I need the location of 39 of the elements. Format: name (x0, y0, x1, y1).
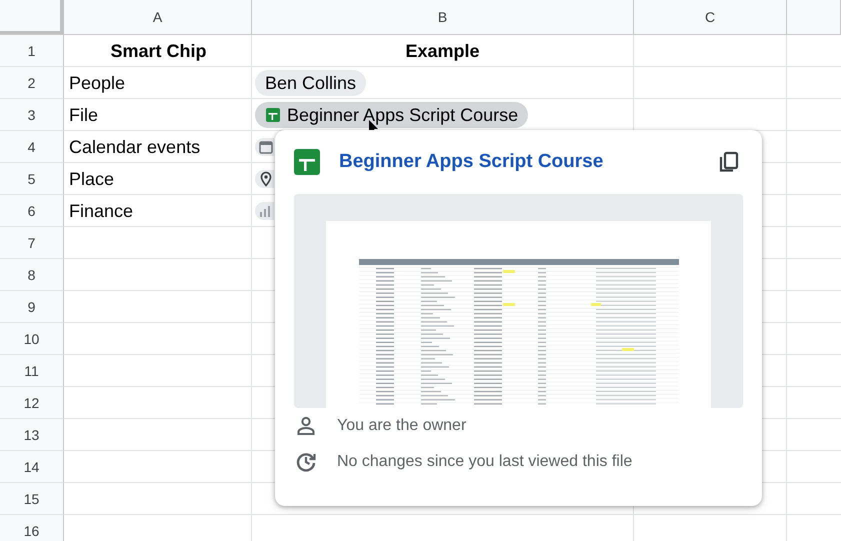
row-number[interactable]: 4 (0, 131, 64, 163)
sheets-icon (265, 107, 281, 123)
row-number[interactable]: 3 (0, 99, 64, 131)
location-pin-icon (258, 171, 274, 187)
detail-text: You are the owner (337, 417, 466, 435)
smart-chip[interactable]: Beginner Apps Script Course (255, 102, 528, 128)
row-number[interactable]: 16 (0, 515, 64, 541)
row-number[interactable]: 14 (0, 451, 64, 483)
row-number[interactable]: 12 (0, 387, 64, 419)
calendar-icon (258, 139, 274, 155)
copy-icon[interactable] (717, 150, 741, 174)
column-header[interactable]: C (634, 0, 787, 34)
row-number[interactable]: 7 (0, 227, 64, 259)
row-number[interactable]: 1 (0, 35, 64, 67)
row-number[interactable]: 11 (0, 355, 64, 387)
table-cell: Place (69, 168, 114, 190)
table-cell: People (69, 72, 126, 94)
history-icon (294, 450, 318, 474)
row-number[interactable]: 6 (0, 195, 64, 227)
row-number[interactable]: 2 (0, 67, 64, 99)
row-number[interactable]: 15 (0, 483, 64, 515)
table-cell: Calendar events (69, 136, 200, 158)
file-title-link[interactable]: Beginner Apps Script Course (339, 151, 698, 173)
row-number[interactable]: 8 (0, 259, 64, 291)
row-number[interactable]: 13 (0, 419, 64, 451)
column-header[interactable]: B (252, 0, 634, 34)
table-cell: File (69, 104, 98, 126)
smart-chip[interactable] (255, 138, 274, 156)
smart-chip[interactable] (255, 170, 274, 188)
detail-text: No changes since you last viewed this file (337, 453, 632, 471)
row-number[interactable]: 10 (0, 323, 64, 355)
column-header[interactable]: A (64, 0, 252, 34)
row-number[interactable]: 9 (0, 291, 64, 323)
sheets-icon (294, 149, 320, 175)
smart-chip[interactable]: Ben Collins (255, 70, 366, 96)
table-cell: Smart Chip (110, 40, 206, 62)
table-cell: Example (405, 40, 480, 62)
row-number[interactable]: 5 (0, 163, 64, 195)
table-cell: Finance (69, 200, 134, 222)
